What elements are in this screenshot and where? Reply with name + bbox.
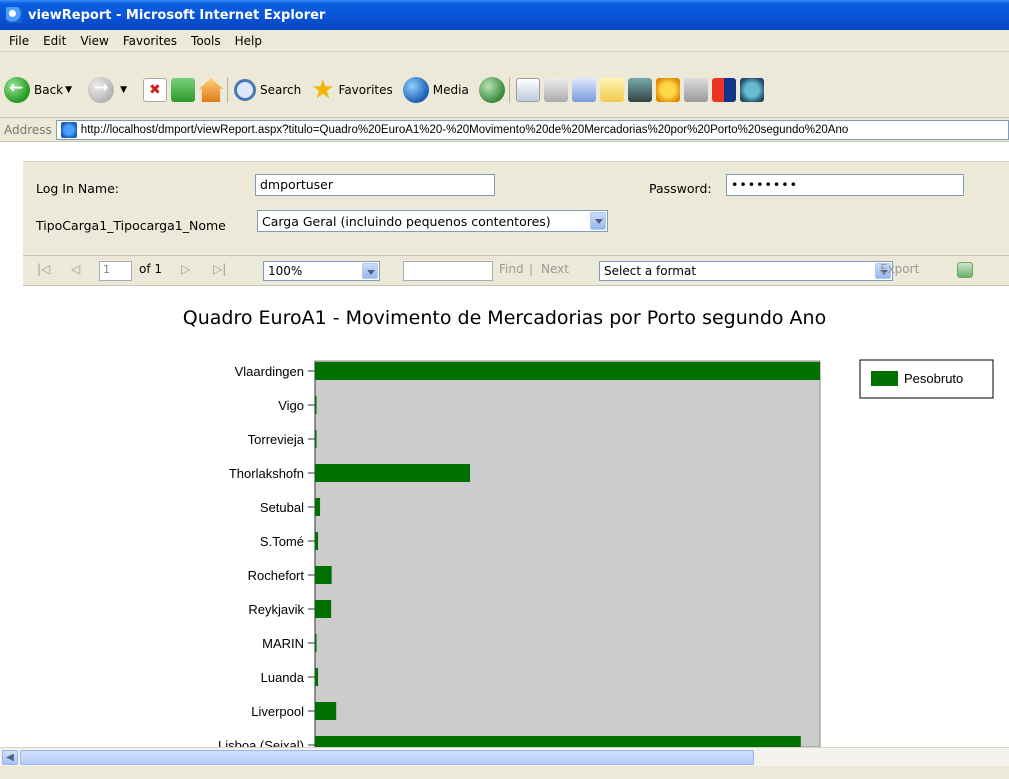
back-button[interactable]: Back▼ — [4, 77, 78, 103]
star-icon: ★ — [311, 75, 335, 105]
bar — [315, 498, 321, 516]
window-title: viewReport - Microsoft Internet Explorer — [28, 7, 326, 23]
bar — [315, 702, 337, 720]
media-icon — [402, 77, 429, 103]
y-tick-label: Vlaardingen — [235, 364, 304, 379]
stop-icon[interactable] — [142, 78, 167, 102]
bar — [315, 362, 820, 380]
menu-favorites[interactable]: Favorites — [116, 34, 184, 48]
bar — [315, 668, 319, 686]
legend-label: Pesobruto — [904, 371, 963, 386]
people-icon[interactable] — [739, 78, 764, 102]
bar — [315, 600, 332, 618]
bar — [315, 396, 317, 414]
refresh-icon[interactable] — [170, 78, 195, 102]
discuss-icon[interactable] — [599, 78, 624, 102]
messenger-icon[interactable] — [655, 78, 680, 102]
bar — [315, 464, 471, 482]
media-button[interactable]: Media — [402, 77, 469, 103]
y-tick-label: Setubal — [260, 500, 304, 515]
address-bar: Address http://localhost/dmport/viewRepo… — [0, 118, 1009, 142]
y-tick-label: MARIN — [262, 636, 304, 651]
toolbar-separator — [226, 77, 228, 103]
y-tick-label: Liverpool — [251, 704, 304, 719]
back-arrow-icon — [4, 77, 30, 103]
bar — [315, 634, 317, 652]
address-label: Address — [4, 122, 52, 137]
search-icon — [233, 79, 256, 101]
y-tick-label: Vigo — [278, 398, 304, 413]
y-tick-label: Thorlakshofn — [229, 466, 304, 481]
menu-help[interactable]: Help — [228, 34, 269, 48]
forward-button[interactable]: ▼ — [88, 77, 133, 103]
scroll-thumb[interactable] — [20, 750, 754, 765]
y-tick-label: Luanda — [261, 670, 305, 685]
plot-area — [314, 360, 821, 747]
menu-edit[interactable]: Edit — [36, 34, 73, 48]
home-icon[interactable] — [198, 78, 223, 102]
forward-arrow-icon — [88, 77, 115, 103]
plugin-icon[interactable] — [683, 78, 708, 102]
scroll-left-icon[interactable]: ◀ — [2, 750, 18, 765]
bar — [315, 736, 801, 747]
edit-icon[interactable] — [571, 78, 596, 102]
menu-bar: File Edit View Favorites Tools Help — [0, 30, 1009, 52]
window-title-bar: viewReport - Microsoft Internet Explorer — [0, 0, 1009, 30]
legend-swatch — [871, 371, 898, 386]
page-content: Log In Name: dmportuser Password: ••••••… — [0, 143, 1009, 747]
menu-tools[interactable]: Tools — [184, 34, 228, 48]
menu-view[interactable]: View — [73, 34, 115, 48]
flag-icon[interactable] — [711, 78, 736, 102]
ie-icon — [6, 7, 22, 23]
y-tick-label: S.Tomé — [260, 534, 304, 549]
address-input[interactable]: http://localhost/dmport/viewReport.aspx?… — [55, 119, 1009, 140]
chevron-down-icon: ▼ — [120, 85, 127, 95]
chevron-down-icon: ▼ — [65, 85, 73, 95]
status-bar — [0, 766, 1009, 779]
history-icon[interactable] — [478, 77, 505, 103]
address-url: http://localhost/dmport/viewReport.aspx?… — [80, 123, 849, 136]
y-tick-label: Reykjavik — [248, 602, 304, 617]
menu-file[interactable]: File — [2, 34, 36, 48]
mail-icon[interactable] — [515, 78, 540, 102]
favorites-button[interactable]: ★ Favorites — [311, 77, 393, 103]
browser-toolbar: Back▼ ▼ Search ★ Favorites Media — [0, 52, 1009, 118]
y-tick-label: Torrevieja — [248, 432, 305, 447]
horizontal-scrollbar[interactable]: ◀ — [0, 747, 1009, 766]
bar — [315, 532, 319, 550]
y-tick-label: Lisboa (Seixal) — [218, 738, 304, 747]
toolbar-separator — [508, 77, 510, 103]
bar — [315, 566, 332, 584]
research-icon[interactable] — [627, 78, 652, 102]
bar-chart: Vlaardingen Vigo Torrevieja Thorlakshofn Set… — [218, 359, 994, 747]
y-tick-label: Rochefort — [248, 568, 305, 583]
search-button[interactable]: Search — [233, 79, 301, 101]
page-icon — [60, 121, 77, 138]
bar — [315, 430, 317, 448]
print-icon[interactable] — [543, 78, 568, 102]
